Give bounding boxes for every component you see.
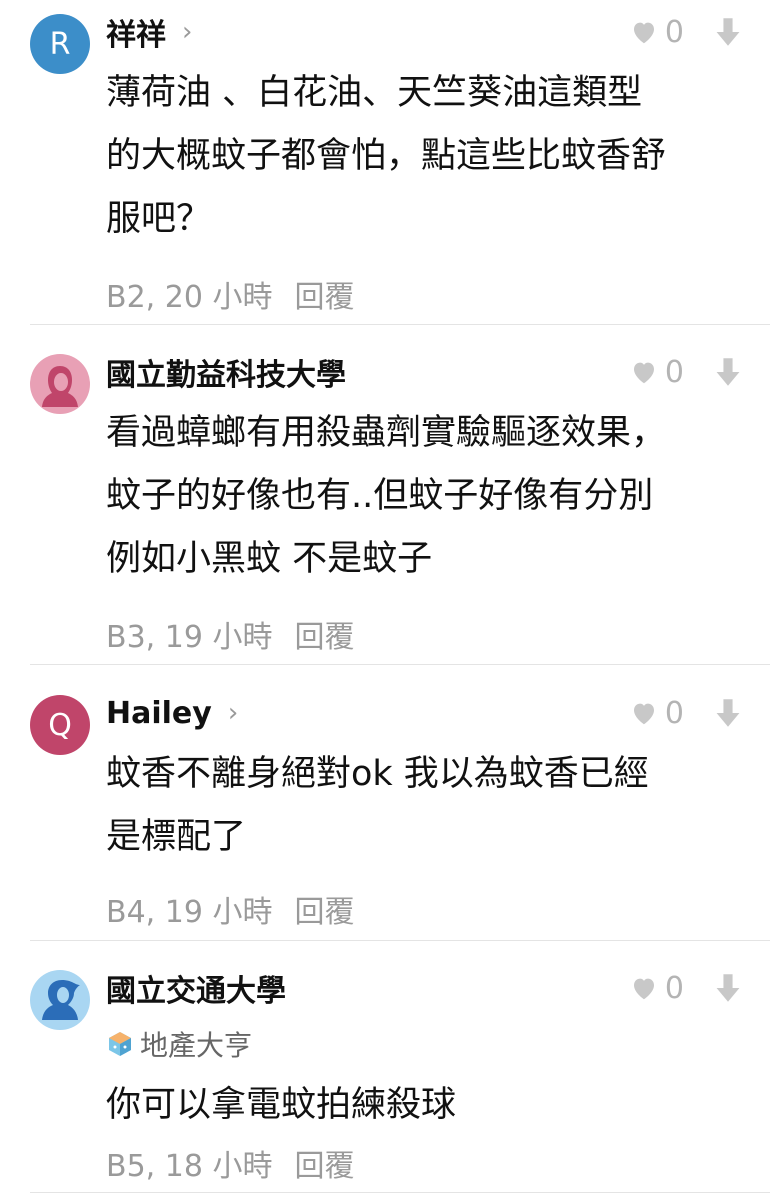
comment-body: 你可以拿電蚊拍練殺球 bbox=[106, 1074, 746, 1137]
author-row[interactable]: 國立交通大學 bbox=[106, 966, 286, 1010]
avatar[interactable] bbox=[30, 354, 90, 414]
comment-meta: B5, 18 小時 回覆 bbox=[106, 1141, 354, 1185]
comment-line: 薄荷油 、白花油、天竺葵油這類型 bbox=[106, 73, 643, 113]
comment-line: 是標配了 bbox=[106, 817, 247, 857]
female-avatar-icon bbox=[42, 366, 78, 407]
chevron-right-icon: › bbox=[182, 17, 193, 47]
like-count: 0 bbox=[664, 14, 684, 50]
comment-line: 蚊香不離身絕對ok 我以為蚊香已經 bbox=[106, 754, 649, 794]
badge-label: 地產大亨 bbox=[140, 1029, 253, 1062]
comment-body: 薄荷油 、白花油、天竺葵油這類型 的大概蚊子都會怕，點這些比蚊香舒 服吧？ bbox=[106, 62, 746, 251]
comment-line: 例如小黑蚊 不是蚊子 bbox=[106, 539, 433, 579]
author-row[interactable]: 國立勤益科技大學 bbox=[106, 350, 346, 394]
heart-icon[interactable] bbox=[629, 973, 659, 1003]
comment-meta: B2, 20 小時 回覆 bbox=[106, 272, 354, 316]
author-row[interactable]: Hailey › bbox=[106, 693, 238, 733]
divider bbox=[30, 664, 770, 665]
cube-badge-icon bbox=[109, 1032, 131, 1056]
chevron-right-icon: › bbox=[227, 698, 239, 728]
comment-line: 你可以拿電蚊拍練殺球 bbox=[106, 1085, 457, 1125]
floor-time: B3, 19 小時 bbox=[106, 620, 273, 655]
divider bbox=[30, 324, 770, 325]
avatar[interactable] bbox=[30, 970, 90, 1030]
vote-controls: 0 bbox=[629, 693, 742, 733]
reply-button[interactable]: 回覆 bbox=[294, 620, 354, 655]
vote-controls: 0 bbox=[629, 12, 742, 52]
comment-line: 服吧？ bbox=[106, 199, 212, 239]
avatar[interactable]: Q bbox=[30, 695, 90, 755]
reply-button[interactable]: 回覆 bbox=[294, 1149, 354, 1184]
comment-line: 看過蟑螂有用殺蟲劑實驗驅逐效果， bbox=[106, 413, 667, 453]
floor-time: B5, 18 小時 bbox=[106, 1149, 273, 1184]
vote-controls: 0 bbox=[629, 968, 742, 1008]
comment-line: 的大概蚊子都會怕，點這些比蚊香舒 bbox=[106, 136, 667, 176]
vote-controls: 0 bbox=[629, 352, 742, 392]
author-name[interactable]: 國立勤益科技大學 bbox=[106, 350, 346, 394]
author-name[interactable]: 祥祥 bbox=[106, 10, 166, 54]
divider bbox=[30, 1192, 770, 1193]
divider bbox=[30, 940, 770, 941]
heart-icon[interactable] bbox=[629, 698, 659, 728]
reply-button[interactable]: 回覆 bbox=[294, 280, 354, 315]
user-badge[interactable]: 地產大亨 bbox=[106, 1026, 252, 1062]
arrow-down-icon[interactable] bbox=[714, 356, 742, 388]
comment-body: 看過蟑螂有用殺蟲劑實驗驅逐效果， 蚊子的好像也有..但蚊子好像有分別 例如小黑蚊… bbox=[106, 402, 746, 591]
arrow-down-icon[interactable] bbox=[714, 16, 742, 48]
like-count: 0 bbox=[664, 970, 684, 1006]
arrow-down-icon[interactable] bbox=[714, 697, 742, 729]
comment-meta: B3, 19 小時 回覆 bbox=[106, 612, 354, 656]
avatar[interactable]: R bbox=[30, 14, 90, 74]
heart-icon[interactable] bbox=[629, 357, 659, 387]
floor-time: B4, 19 小時 bbox=[106, 895, 273, 930]
comment-body: 蚊香不離身絕對ok 我以為蚊香已經 是標配了 bbox=[106, 743, 746, 869]
like-count: 0 bbox=[664, 695, 684, 731]
reply-button[interactable]: 回覆 bbox=[294, 895, 354, 930]
comment-meta: B4, 19 小時 回覆 bbox=[106, 887, 354, 931]
heart-icon[interactable] bbox=[629, 17, 659, 47]
male-avatar-icon bbox=[42, 980, 80, 1020]
like-count: 0 bbox=[664, 354, 684, 390]
arrow-down-icon[interactable] bbox=[714, 972, 742, 1004]
floor-time: B2, 20 小時 bbox=[106, 280, 273, 315]
author-name[interactable]: Hailey bbox=[106, 696, 212, 731]
comment-line: 蚊子的好像也有..但蚊子好像有分別 bbox=[106, 476, 654, 516]
author-row[interactable]: 祥祥 › bbox=[106, 10, 193, 54]
author-name[interactable]: 國立交通大學 bbox=[106, 966, 286, 1010]
avatar-letter: Q bbox=[48, 707, 72, 743]
avatar-letter: R bbox=[49, 26, 71, 62]
